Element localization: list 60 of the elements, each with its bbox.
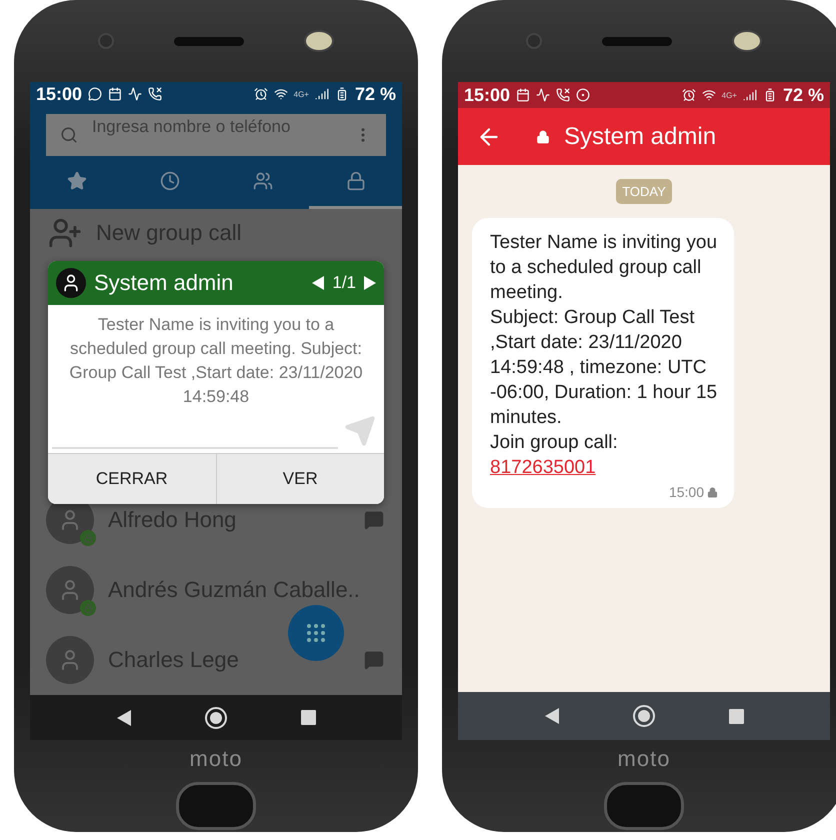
recents-nav-icon[interactable] — [300, 710, 316, 726]
dialog-message: Tester Name is inviting you to a scheduled group call meeting. Subject: Group Call Test ,Start date: 23/11/2020 14:59:48 — [68, 314, 364, 408]
battery-percent: 72 % — [782, 84, 824, 106]
notification-icon — [556, 88, 570, 102]
lock-icon — [707, 486, 718, 498]
chat-title: System admin — [564, 122, 716, 150]
signal-icon — [314, 87, 329, 102]
brand-logo: moto — [190, 746, 242, 772]
lock-icon — [84, 604, 92, 613]
dialog-title: System admin — [94, 270, 234, 296]
next-icon[interactable] — [364, 276, 376, 290]
notification-icon — [88, 87, 102, 102]
speaker-grille — [602, 36, 672, 46]
message-icon[interactable] — [364, 510, 384, 530]
network-label: 4G+ — [294, 90, 309, 99]
avatar-icon — [56, 268, 86, 298]
star-icon — [66, 171, 86, 192]
message-text: Subject: Group Call Test ,Start date: 23/11/2020 14:59:48 , timezone: UTC -06:00, Duration: 1 hour 15 minutes. — [490, 306, 718, 430]
status-time: 15:00 — [36, 84, 82, 105]
status-time: 15:00 — [464, 84, 510, 106]
battery-percent: 72 % — [354, 84, 396, 105]
brand-logo: moto — [618, 746, 670, 772]
notification-icon — [108, 87, 122, 102]
wifi-icon — [274, 87, 288, 102]
notification-icon — [576, 88, 590, 102]
wifi-icon — [702, 88, 716, 102]
camera-lens — [98, 33, 114, 49]
dialog-button[interactable]: VER — [216, 454, 384, 504]
back-nav-icon[interactable] — [544, 708, 558, 724]
notification-icon — [148, 87, 162, 102]
notification-icon — [516, 88, 530, 102]
home-nav-icon[interactable] — [632, 704, 656, 728]
flash-lens — [732, 30, 762, 52]
date-chip: TODAY — [616, 179, 672, 204]
people-icon — [252, 171, 272, 192]
lock-icon — [346, 171, 366, 192]
message-text: Tester Name is inviting you to a scheduled group call meeting. — [490, 231, 718, 305]
back-nav-icon[interactable] — [116, 710, 130, 726]
lock-icon — [84, 534, 92, 543]
signal-icon — [742, 88, 757, 102]
speaker-grille — [174, 36, 244, 46]
search-icon — [60, 126, 78, 144]
flash-lens — [304, 30, 334, 52]
alarm-icon — [682, 88, 696, 102]
recents-nav-icon[interactable] — [728, 708, 744, 724]
message-text: Join group call: — [490, 431, 619, 455]
home-nav-icon[interactable] — [204, 706, 228, 730]
lock-icon — [536, 130, 550, 144]
call-link[interactable]: 8172635001 — [490, 455, 596, 480]
alarm-icon — [254, 87, 268, 102]
camera-lens — [526, 33, 542, 49]
notification-icon — [536, 88, 550, 102]
message-time: 15:00 — [668, 484, 704, 500]
search-field[interactable]: Ingresa nombre o teléfono — [46, 114, 386, 156]
notification-icon — [128, 87, 142, 102]
network-label: 4G+ — [722, 90, 737, 100]
pager-count: 1/1 — [332, 273, 356, 294]
previous-icon[interactable] — [312, 276, 324, 290]
message-icon[interactable] — [364, 650, 384, 670]
clock-icon — [160, 171, 180, 192]
